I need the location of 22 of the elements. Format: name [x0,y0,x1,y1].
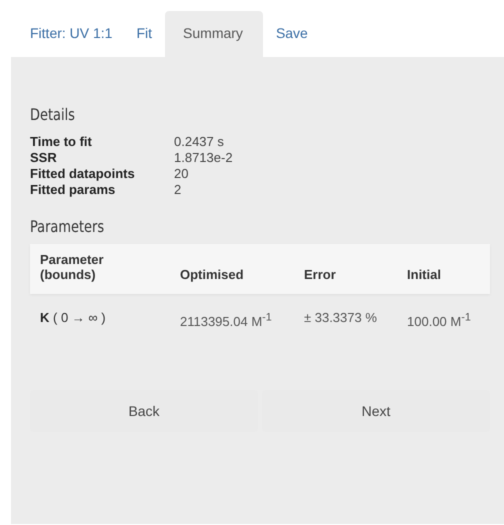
tab[interactable]: Save [264,11,319,57]
section-heading: Details [30,105,75,124]
detail-label: Fitted datapoints [30,166,136,181]
column-header: Optimised [170,244,294,294]
tab[interactable]: Fit [125,11,164,57]
tab[interactable]: Summary [165,11,263,57]
detail-value: 0.2437 s [174,134,225,149]
column-header: Initial [397,244,490,294]
tab[interactable]: Fitter: UV 1:1 [19,11,124,57]
detail-label: Fitted params [30,182,116,197]
section-heading: Parameters [30,217,104,236]
table-cell: 2113395.04 M$^{-1}$ [180,314,272,330]
column-header: Parameter (bounds) [30,244,170,294]
table-cell: K ( 0 → ∞ ) [40,310,106,325]
table-cell: ± 33.3373 % [304,310,377,325]
detail-value: 1.8713e-2 [174,150,233,165]
detail-label: Time to fit [30,134,93,149]
table-cell: 100.00 M$^{-1}$ [407,314,471,330]
detail-value: 20 [174,166,190,181]
column-header: Error [294,244,398,294]
detail-value: 2 [174,182,182,197]
detail-label: SSR [30,150,58,165]
